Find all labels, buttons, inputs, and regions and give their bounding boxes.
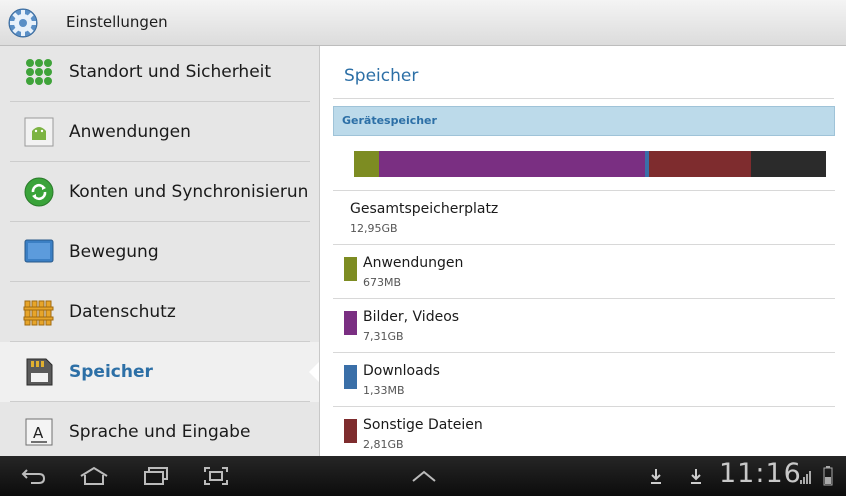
storage-row-size: 1,33MB <box>363 384 405 397</box>
sidebar-item-datenschutz[interactable]: Datenschutz <box>0 282 319 342</box>
app-title: Einstellungen <box>66 12 168 31</box>
sidebar-item-sprache[interactable]: A Sprache und Eingabe <box>0 402 319 456</box>
android-apps-icon <box>23 116 55 148</box>
home-icon[interactable] <box>72 456 116 496</box>
section-header-device-storage: Gerätespeicher <box>333 106 835 136</box>
recent-apps-icon[interactable] <box>134 456 178 496</box>
storage-row-bilder-videos[interactable]: Bilder, Videos 7,31GB <box>333 298 835 352</box>
sidebar-item-bewegung[interactable]: Bewegung <box>0 222 319 282</box>
privacy-fence-icon <box>23 296 55 328</box>
sidebar-item-standort[interactable]: Standort und Sicherheit <box>0 46 319 102</box>
storage-detail-panel: Speicher Gerätespeicher Gesamtspeicherpl… <box>321 46 846 456</box>
action-bar: Einstellungen <box>0 0 846 46</box>
storage-row-name: Anwendungen <box>363 255 464 271</box>
sidebar-item-label: Konten und Synchronisierung <box>69 182 309 202</box>
storage-usage-bar <box>354 151 826 177</box>
settings-screen: Einstellungen Standort und Sicherheit An… <box>0 0 846 496</box>
storage-row-anwendungen[interactable]: Anwendungen 673MB <box>333 244 835 298</box>
storage-row-name: Sonstige Dateien <box>363 417 483 433</box>
sync-icon <box>23 176 55 208</box>
total-storage-label: Gesamtspeicherplatz <box>350 201 499 217</box>
color-swatch <box>344 257 357 281</box>
expand-up-icon[interactable] <box>402 456 446 496</box>
signal-h-icon <box>796 456 816 496</box>
settings-category-list: Standort und Sicherheit Anwendungen Kont… <box>0 46 320 456</box>
status-clock: 11:16 <box>719 458 802 489</box>
download-icon[interactable] <box>642 456 670 496</box>
storage-row-sonstige[interactable]: Sonstige Dateien 2,81GB <box>333 406 835 456</box>
sidebar-item-anwendungen[interactable]: Anwendungen <box>0 102 319 162</box>
total-storage-row: Gesamtspeicherplatz 12,95GB <box>333 190 835 244</box>
storage-row-name: Bilder, Videos <box>363 309 460 325</box>
storage-row-size: 7,31GB <box>363 330 404 343</box>
sidebar-item-label: Bewegung <box>69 242 159 262</box>
sd-card-icon <box>23 356 55 388</box>
storage-row-size: 673MB <box>363 276 402 289</box>
keyboard-a-icon: A <box>23 416 55 448</box>
storage-row-downloads[interactable]: Downloads 1,33MB <box>333 352 835 406</box>
color-swatch <box>344 419 357 443</box>
storage-row-size: 2,81GB <box>363 438 404 451</box>
sidebar-item-label: Standort und Sicherheit <box>69 62 272 82</box>
svg-text:A: A <box>33 424 44 442</box>
sidebar-item-label: Speicher <box>69 362 153 382</box>
sidebar-item-label: Sprache und Eingabe <box>69 422 251 442</box>
total-storage-size: 12,95GB <box>350 222 398 235</box>
sidebar-item-label: Anwendungen <box>69 122 191 142</box>
usage-segment <box>378 151 646 177</box>
system-navigation-bar: 11:16 <box>0 456 846 496</box>
motion-icon <box>23 236 55 268</box>
storage-row-name: Downloads <box>363 363 440 379</box>
battery-icon <box>818 456 838 496</box>
location-security-icon <box>23 56 55 88</box>
settings-gear-icon[interactable] <box>0 0 46 46</box>
detail-title: Speicher <box>344 66 419 86</box>
usage-segment <box>649 151 752 177</box>
sidebar-item-label: Datenschutz <box>69 302 176 322</box>
sidebar-item-speicher[interactable]: Speicher <box>0 342 319 402</box>
color-swatch <box>344 311 357 335</box>
screenshot-icon[interactable] <box>194 456 238 496</box>
download-icon[interactable] <box>682 456 710 496</box>
sidebar-item-konten[interactable]: Konten und Synchronisierung <box>0 162 319 222</box>
back-icon[interactable] <box>14 456 54 496</box>
usage-segment <box>751 151 826 177</box>
usage-segment <box>354 151 379 177</box>
color-swatch <box>344 365 357 389</box>
